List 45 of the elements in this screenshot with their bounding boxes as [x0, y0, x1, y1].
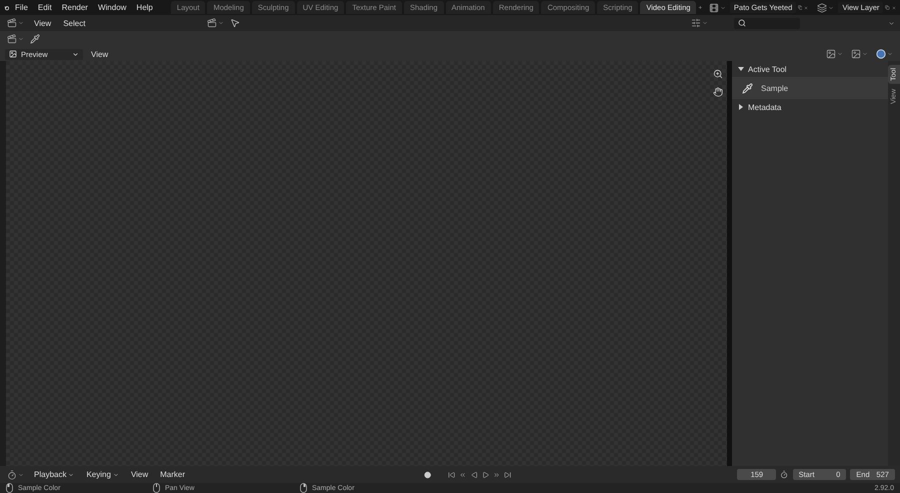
copy-icon[interactable]	[885, 3, 890, 12]
menu-item[interactable]: Playback	[30, 470, 78, 479]
menu-item[interactable]: View	[126, 470, 152, 479]
image-icon	[9, 50, 17, 58]
expanded-triangle-icon[interactable]	[738, 66, 744, 72]
dropdown-caret-icon	[72, 50, 79, 58]
menu-item[interactable]: File	[11, 3, 32, 12]
menu-item[interactable]: Marker	[156, 470, 190, 479]
dropdown-caret-icon[interactable]	[888, 20, 895, 26]
hand-icon[interactable]	[713, 87, 723, 97]
dropdown-caret-icon	[68, 472, 74, 478]
eyedropper-icon[interactable]	[30, 34, 40, 44]
menu-item[interactable]: Edit	[34, 3, 56, 12]
menu-item[interactable]: Keying	[82, 470, 123, 479]
previous-keyframe-icon[interactable]	[459, 470, 467, 478]
record-icon[interactable]	[424, 470, 431, 478]
jump-start-icon[interactable]	[448, 470, 456, 478]
dropdown-caret-icon	[112, 472, 119, 478]
jump-end-icon[interactable]	[504, 470, 512, 478]
collapsed-triangle-icon[interactable]	[738, 104, 744, 110]
menu-item[interactable]: Window	[94, 3, 130, 12]
stopwatch-icon[interactable]	[780, 470, 789, 479]
menu-item[interactable]: Help	[132, 3, 157, 12]
layers-icon[interactable]	[817, 2, 828, 12]
zoom-icon[interactable]	[713, 69, 723, 79]
menu-item[interactable]: View	[30, 18, 56, 28]
mouse-icon	[153, 483, 160, 493]
clapperboard-icon[interactable]	[207, 18, 218, 28]
menu-item[interactable]: View	[87, 50, 112, 58]
copy-icon[interactable]	[798, 3, 802, 12]
panel-header[interactable]: Metadata	[732, 99, 888, 115]
play-reverse-icon[interactable]	[470, 470, 478, 478]
search-field[interactable]	[734, 18, 800, 28]
cursor-icon[interactable]	[230, 18, 240, 28]
panel-header[interactable]: Active Tool	[732, 61, 888, 77]
tool-entry[interactable]: Sample	[732, 77, 888, 99]
eyedropper-icon	[742, 82, 753, 94]
menu-item[interactable]: Render	[58, 3, 92, 12]
mouse-icon	[6, 483, 13, 493]
mouse-icon	[300, 483, 307, 493]
clock-icon[interactable]	[7, 470, 17, 480]
play-icon[interactable]	[482, 470, 490, 478]
search-icon	[738, 19, 746, 27]
menu-item[interactable]: Select	[59, 18, 90, 28]
next-keyframe-icon[interactable]	[493, 470, 500, 478]
